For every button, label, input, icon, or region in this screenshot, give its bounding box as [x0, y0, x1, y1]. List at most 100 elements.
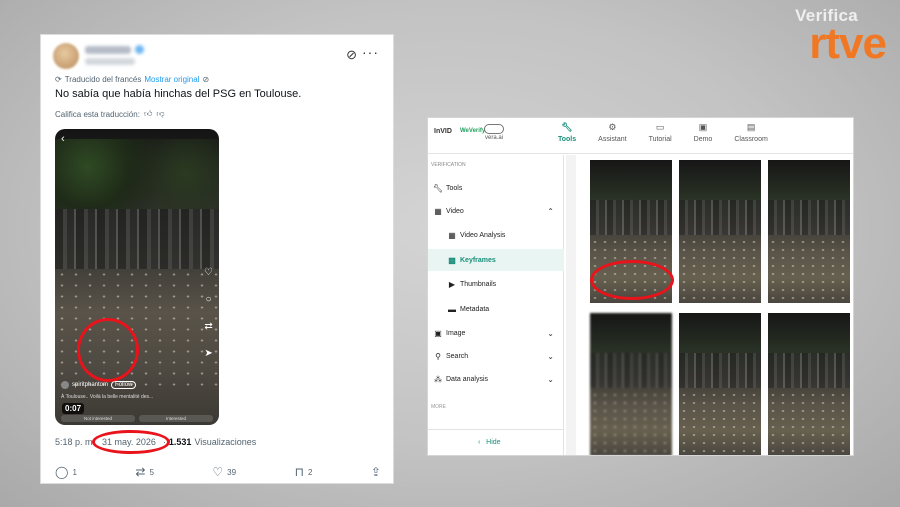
grok-icon[interactable]: ⊘ — [346, 47, 357, 63]
tab-tools[interactable]: 🔧︎ Tools — [558, 122, 576, 143]
sidebar-item-label: Tools — [446, 184, 463, 192]
tab-tutorial-label: Tutorial — [648, 136, 672, 143]
chevron-down-icon: ⌄ — [547, 351, 554, 361]
scrollbar[interactable] — [566, 155, 576, 455]
video-scene-crowd — [55, 209, 219, 269]
sidebar-item-video-analysis[interactable]: ▦ Video Analysis — [428, 224, 564, 246]
sidebar-item-tools[interactable]: 🔧︎ Tools — [428, 177, 564, 199]
search-icon: ⚲ — [435, 351, 441, 361]
video-side-actions: ♡ ○ ⇄ ➤ — [204, 267, 213, 359]
hide-sidebar-button[interactable]: ‹ Hide — [478, 439, 501, 446]
keyframe-thumbnail[interactable] — [679, 313, 761, 455]
heart-icon: ♡ — [212, 465, 224, 479]
sidebar-item-label: Keyframes — [460, 256, 496, 264]
video-duration: 0:07 — [62, 403, 85, 414]
keyframe-thumbnail[interactable] — [768, 160, 850, 303]
views-count: 1.531 — [168, 437, 192, 447]
sidebar-item-thumbnails[interactable]: ▶ Thumbnails — [428, 273, 564, 295]
tab-demo[interactable]: ▣ Demo — [694, 122, 713, 143]
interested-button[interactable]: Interested — [139, 415, 213, 422]
share-action[interactable]: ⇪ — [371, 465, 381, 479]
chevron-up-icon: ⌃ — [547, 206, 554, 216]
sidebar: VERIFICATION 🔧︎ Tools ▦ Video ⌃ ▦ Video Anal… — [428, 155, 564, 455]
repost-action[interactable]: ⇄ 5 — [135, 465, 154, 479]
tweet-time[interactable]: 5:18 p. m. — [55, 437, 95, 447]
sidebar-item-label: Data analysis — [446, 375, 489, 383]
brand-name: rtve — [809, 19, 887, 68]
sidebar-item-label: Video Analysis — [460, 231, 506, 239]
keyframe-thumbnail[interactable] — [590, 313, 672, 455]
translate-icon: ⟳ — [55, 75, 62, 84]
video-user: spiritphantom Follow — [61, 381, 137, 389]
chevron-down-icon: ⌄ — [547, 374, 554, 384]
tab-assistant-label: Assistant — [598, 136, 627, 143]
robot-icon: ⚙ — [608, 122, 617, 132]
hide-label: Hide — [486, 439, 501, 446]
repost-icon[interactable]: ⇄ — [204, 321, 212, 332]
invid-plugin-window: InVID WeVerify vera.ai 🔧︎ Tools ⚙ Assistan… — [427, 117, 854, 456]
not-interested-button[interactable]: Not interested — [61, 415, 135, 422]
avatar[interactable] — [53, 43, 79, 69]
sidebar-item-label: Metadata — [460, 305, 490, 313]
sidebar-item-image[interactable]: ▣ Image ⌄ — [428, 322, 564, 344]
thumbs-up-icon[interactable]: 👍︎ — [144, 109, 152, 119]
like-count: 39 — [227, 467, 237, 477]
data-icon: ⁂ — [434, 374, 442, 384]
tweet-actions: ◯ 1 ⇄ 5 ♡ 39 ⊓ 2 ⇪ — [55, 465, 381, 479]
like-action[interactable]: ♡ 39 — [212, 465, 236, 479]
video-caption: À Toulouse.. Voilà la belle mentalité de… — [61, 394, 154, 400]
image-icon: ▣ — [434, 328, 442, 338]
sidebar-item-keyframes[interactable]: ▩ Keyframes — [428, 249, 564, 271]
tab-classroom[interactable]: ▤ Classroom — [734, 122, 767, 143]
keyframes-icon: ▩ — [448, 255, 456, 265]
translation-notice: ⟳ Traducido del francés Mostrar original… — [55, 75, 209, 84]
grid-icon: ▦ — [448, 230, 456, 240]
translated-label: Traducido del francés — [64, 75, 142, 84]
tab-tutorial[interactable]: ▭ Tutorial — [649, 122, 672, 143]
tab-demo-label: Demo — [693, 136, 713, 143]
play-icon: ▣ — [698, 122, 708, 132]
chevron-down-icon: ⌄ — [547, 328, 554, 338]
video-username[interactable]: spiritphantom — [72, 382, 108, 388]
back-icon[interactable]: ‹ — [61, 133, 65, 145]
red-circle-date-annotation — [92, 430, 171, 454]
follow-button[interactable]: Follow — [111, 381, 137, 389]
thumbs-down-icon[interactable]: 👎︎ — [156, 109, 164, 119]
keyframe-thumbnail[interactable] — [768, 313, 850, 455]
book-icon: ▭ — [655, 122, 665, 132]
rtve-verifica-logo: Verifica rtve — [795, 6, 887, 68]
tweet-meta: 5:18 p. m. 31 may. 2026 · 1.531 Visualiz… — [55, 430, 257, 454]
sidebar-item-metadata[interactable]: ▬ Metadata — [428, 298, 564, 320]
repost-count: 5 — [149, 467, 154, 477]
tweet-header: ⊘ ··· — [53, 43, 383, 71]
sidebar-item-video[interactable]: ▦ Video ⌃ — [428, 200, 564, 222]
comment-icon[interactable]: ○ — [205, 294, 211, 305]
rate-label: Califica esta traducción: — [55, 109, 140, 119]
tab-classroom-label: Classroom — [734, 136, 768, 143]
film-icon: ▦ — [434, 206, 442, 216]
sidebar-item-data-analysis[interactable]: ⁂ Data analysis ⌄ — [428, 368, 564, 390]
more-options-icon[interactable]: ··· — [362, 44, 379, 60]
reply-action[interactable]: ◯ 1 — [55, 465, 77, 479]
keyframe-thumbnail[interactable] — [679, 160, 761, 303]
tab-assistant[interactable]: ⚙ Assistant — [598, 122, 626, 143]
grok-small-icon[interactable]: ⊘ — [202, 75, 209, 84]
video-scene-litter — [55, 269, 219, 389]
sidebar-item-label: Thumbnails — [460, 280, 497, 288]
repost-icon: ⇄ — [135, 465, 146, 479]
verified-badge-icon — [135, 45, 144, 54]
rate-translation: Califica esta traducción: 👍︎ 👎︎ — [55, 109, 164, 119]
wrench-icon: 🔧︎ — [432, 183, 444, 193]
views-label: Visualizaciones — [194, 437, 257, 447]
tweet-card: ⊘ ··· ⟳ Traducido del francés Mostrar or… — [40, 34, 394, 484]
classroom-icon: ▤ — [746, 122, 756, 132]
like-icon[interactable]: ♡ — [204, 267, 213, 278]
tab-tools-label: Tools — [558, 136, 577, 143]
bookmark-action[interactable]: ⊓ 2 — [295, 465, 313, 479]
share-icon[interactable]: ➤ — [204, 348, 212, 359]
sidebar-item-search[interactable]: ⚲ Search ⌄ — [428, 345, 564, 367]
share-icon: ⇪ — [370, 465, 381, 479]
invid-top-bar: InVID WeVerify vera.ai 🔧︎ Tools ⚙ Assistan… — [428, 118, 853, 154]
show-original-link[interactable]: Mostrar original — [144, 75, 199, 84]
tweet-video[interactable]: ‹ ♡ ○ ⇄ ➤ spiritphantom Follow À Toulous… — [55, 129, 219, 425]
